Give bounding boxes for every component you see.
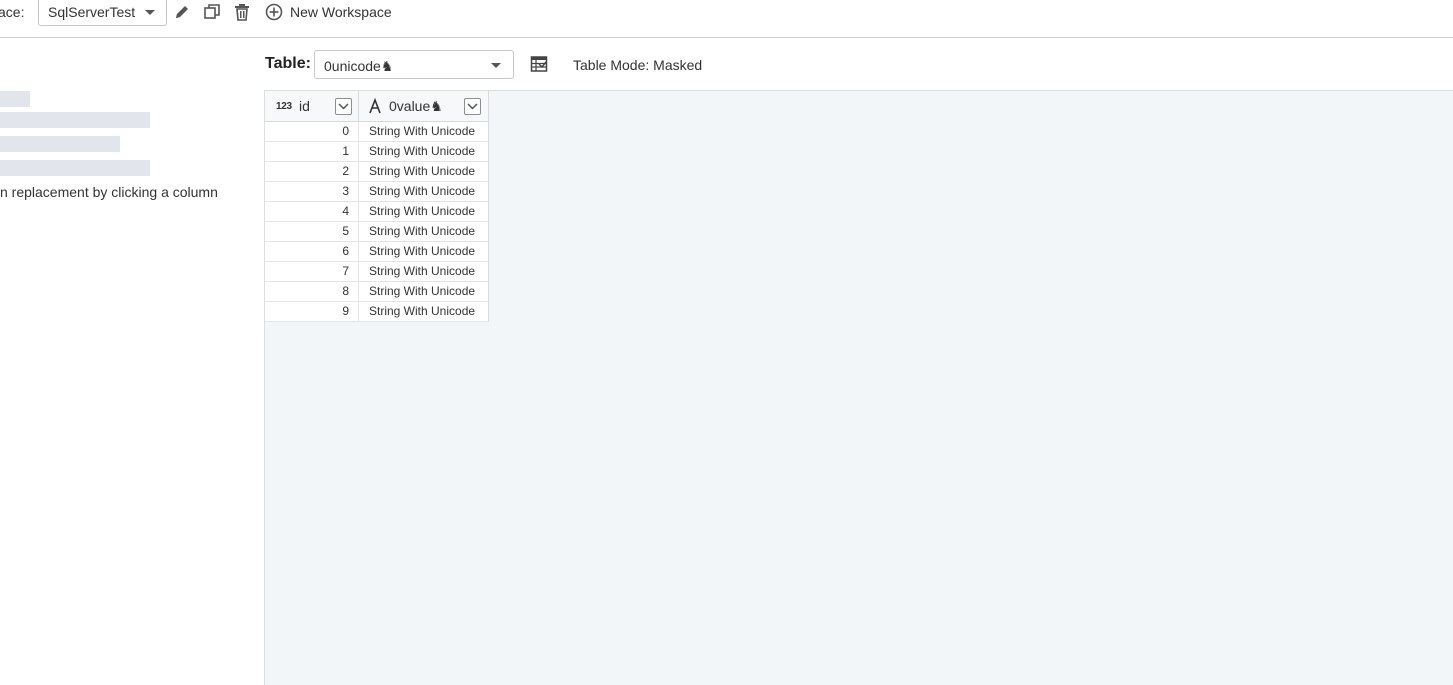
cell-id: 9 bbox=[265, 302, 359, 321]
trash-icon[interactable] bbox=[233, 3, 251, 21]
new-workspace-label: New Workspace bbox=[290, 4, 392, 20]
loading-skeleton-bar bbox=[0, 91, 30, 107]
duplicate-icon[interactable] bbox=[203, 3, 221, 21]
caret-down-icon bbox=[491, 63, 501, 68]
cell-id: 6 bbox=[265, 242, 359, 261]
data-grid-area: 123 id 0value♞ 0 String With Unicode 1 Str… bbox=[264, 90, 1453, 685]
cell-id: 7 bbox=[265, 262, 359, 281]
grid-header: 123 id 0value♞ bbox=[265, 91, 488, 122]
cell-value: String With Unicode bbox=[369, 164, 476, 178]
cell-value: String With Unicode bbox=[369, 124, 476, 138]
table-schema-icon[interactable] bbox=[530, 55, 548, 73]
table-row[interactable]: 0 String With Unicode bbox=[265, 122, 488, 142]
table-row[interactable]: 7 String With Unicode bbox=[265, 262, 488, 282]
cell-id: 2 bbox=[265, 162, 359, 181]
cell-value: String With Unicode bbox=[369, 284, 476, 298]
column-menu-button[interactable] bbox=[335, 98, 352, 115]
chevron-down-icon bbox=[338, 103, 349, 110]
workspace-toolbar: ace: SqlServerTest New Workspace bbox=[0, 0, 1453, 38]
column-menu-button[interactable] bbox=[464, 98, 481, 115]
loading-skeleton-bar bbox=[0, 112, 150, 128]
pencil-icon[interactable] bbox=[173, 3, 191, 21]
table-mode-text: Table Mode: Masked bbox=[573, 57, 703, 73]
table-row[interactable]: 5 String With Unicode bbox=[265, 222, 488, 242]
table-row[interactable]: 1 String With Unicode bbox=[265, 142, 488, 162]
table-label: Table: bbox=[265, 55, 311, 72]
column-header-label: id bbox=[299, 98, 310, 114]
cell-value: String With Unicode bbox=[369, 184, 476, 198]
cell-id: 5 bbox=[265, 222, 359, 241]
cell-id: 0 bbox=[265, 122, 359, 141]
caret-down-icon bbox=[145, 10, 155, 15]
table-select[interactable]: 0unicode♞ bbox=[314, 50, 514, 79]
workspace-label: ace: bbox=[0, 4, 25, 20]
table-row[interactable]: 3 String With Unicode bbox=[265, 182, 488, 202]
column-header-id[interactable]: 123 id bbox=[265, 91, 359, 122]
table-row[interactable]: 9 String With Unicode bbox=[265, 302, 488, 322]
string-type-icon bbox=[369, 98, 381, 114]
column-header-value[interactable]: 0value♞ bbox=[359, 91, 488, 122]
cell-id: 8 bbox=[265, 282, 359, 301]
loading-skeleton-bar bbox=[0, 136, 120, 152]
table-row[interactable]: 2 String With Unicode bbox=[265, 162, 488, 182]
cell-id: 4 bbox=[265, 202, 359, 221]
table-row[interactable]: 6 String With Unicode bbox=[265, 242, 488, 262]
cell-value: String With Unicode bbox=[369, 304, 476, 318]
data-grid: 123 id 0value♞ 0 String With Unicode 1 Str… bbox=[265, 91, 489, 322]
cell-value: String With Unicode bbox=[369, 244, 476, 258]
workspace-select-value: SqlServerTest bbox=[48, 4, 136, 20]
chevron-down-icon bbox=[467, 103, 478, 110]
table-row[interactable]: 4 String With Unicode bbox=[265, 202, 488, 222]
loading-skeleton-bar bbox=[0, 160, 150, 176]
cell-value: String With Unicode bbox=[369, 264, 476, 278]
cell-value: String With Unicode bbox=[369, 224, 476, 238]
table-row[interactable]: 8 String With Unicode bbox=[265, 282, 488, 302]
table-select-value: 0unicode♞ bbox=[324, 58, 394, 74]
cell-value: String With Unicode bbox=[369, 204, 476, 218]
plus-circle-icon bbox=[265, 3, 283, 21]
workspace-select[interactable]: SqlServerTest bbox=[38, 0, 167, 26]
numeric-type-icon: 123 bbox=[276, 101, 292, 112]
column-header-label: 0value♞ bbox=[389, 98, 443, 114]
cell-value: String With Unicode bbox=[369, 144, 476, 158]
cell-id: 3 bbox=[265, 182, 359, 201]
column-hint-text: n replacement by clicking a column bbox=[0, 184, 218, 200]
cell-id: 1 bbox=[265, 142, 359, 161]
